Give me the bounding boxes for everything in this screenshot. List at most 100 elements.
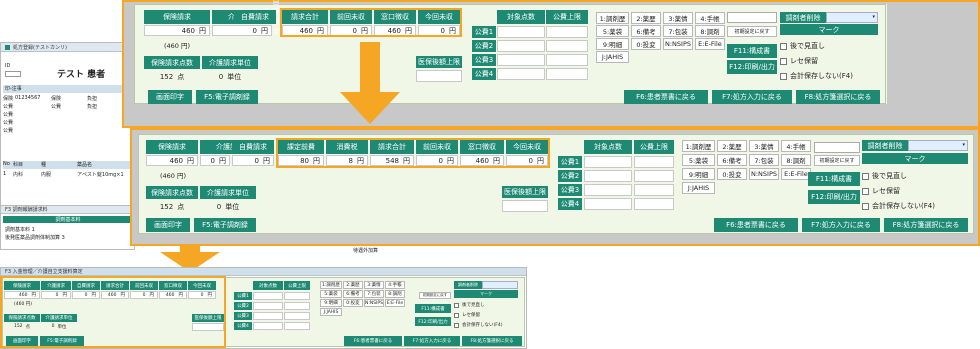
b-grid-btn-5[interactable]: 5:薬袋 <box>682 154 715 166</box>
b-grid-btn-3[interactable]: 3:薬情 <box>749 140 779 152</box>
c-pharmacist-select[interactable] <box>482 281 518 289</box>
checkbox-icon <box>862 202 869 210</box>
f6-button-a[interactable]: F6:患者票書に戻る <box>624 90 708 104</box>
print-button-a[interactable]: 画面印字 <box>148 90 192 104</box>
c-grid-btn-11[interactable]: N:NSIPS <box>364 299 384 307</box>
b-print-button[interactable]: 画面印字 <box>146 218 190 232</box>
grid-btn-10[interactable]: 0:投変 <box>631 38 661 50</box>
b-grid-btn-8[interactable]: 8:調剤 <box>781 154 811 166</box>
points-value: 152 点 <box>159 73 185 81</box>
checkbox-icon <box>780 42 787 50</box>
c-check-rece[interactable]: レセ保留 <box>454 312 480 318</box>
jahis-button[interactable]: J:JAHIS <box>596 51 629 63</box>
check-nosave[interactable]: 会計保存しない(F4) <box>780 71 853 81</box>
f12-button[interactable]: F12:印刷/出力 <box>727 60 777 74</box>
c-grid-btn-5[interactable]: 5:薬袋 <box>320 290 342 298</box>
public-row-4[interactable]: 公費4 <box>472 68 496 80</box>
b-grid-btn-1[interactable]: 1:調剤歴 <box>682 140 715 152</box>
c-pharmacist-label: 調剤者削除 <box>454 281 482 289</box>
b-grid-btn-12[interactable]: E:E-File <box>781 168 811 180</box>
c-f6-button[interactable]: F6:患者票書に戻る <box>344 336 402 346</box>
c-grid-btn-8[interactable]: 8:調剤 <box>385 290 405 298</box>
f5-button-a[interactable]: F5:電子調剤録 <box>196 90 258 104</box>
grid-btn-2[interactable]: 2:薬歴 <box>631 12 661 24</box>
b-public-row-1[interactable]: 公費1 <box>558 156 582 168</box>
b-grid-btn-6[interactable]: 6:備考 <box>717 154 747 166</box>
c-grid-btn-10[interactable]: 0:投変 <box>343 299 363 307</box>
c-public-upper-1 <box>284 292 310 300</box>
public-row-2[interactable]: 公費2 <box>472 40 496 52</box>
c-grid-btn-2[interactable]: 2:薬歴 <box>343 281 363 289</box>
c-initial-setting-button[interactable]: 初期設定に戻す <box>419 292 451 299</box>
b-f11-button[interactable]: F11:構成書 <box>808 172 860 186</box>
c-check-later[interactable]: 後で見直し <box>454 302 485 308</box>
b-public-row-3[interactable]: 公費3 <box>558 184 582 196</box>
b-check-later[interactable]: 後で見直し <box>862 171 907 181</box>
b-public-row-2[interactable]: 公費2 <box>558 170 582 182</box>
grid-btn-11[interactable]: N:NSIPS <box>663 38 693 50</box>
grid-btn-9[interactable]: 9:明細 <box>596 38 629 50</box>
b-value-care-claim: 0円 <box>200 155 230 166</box>
b-check-nosave[interactable]: 会計保存しない(F4) <box>862 201 935 211</box>
b-grid-btn-2[interactable]: 2:薬歴 <box>717 140 747 152</box>
c-grid-btn-9[interactable]: 9:明細 <box>320 299 342 307</box>
grid-btn-12[interactable]: E:E-File <box>695 38 725 50</box>
c-public-upper-3 <box>284 312 310 320</box>
id-field[interactable] <box>5 71 21 77</box>
c-jahis-button[interactable]: J:JAHIS <box>320 308 342 316</box>
b-f7-button[interactable]: F7:処方入力に戻る <box>802 218 880 232</box>
f11-button[interactable]: F11:構成書 <box>727 44 777 58</box>
c-grid-btn-6[interactable]: 6:備考 <box>343 290 363 298</box>
public-count-3 <box>497 54 545 66</box>
c-grid-btn-7[interactable]: 7:包装 <box>364 290 384 298</box>
top-input-a[interactable] <box>727 12 777 23</box>
f8-button-a[interactable]: F8:処方箋選択に戻る <box>796 90 880 104</box>
c-grid-btn-1[interactable]: 1:調剤歴 <box>320 281 342 289</box>
b-f12-button[interactable]: F12:印刷/出力 <box>808 190 860 204</box>
grid-btn-3[interactable]: 3:薬情 <box>663 12 693 24</box>
b-f6-button[interactable]: F6:患者票書に戻る <box>714 218 798 232</box>
public-row-1[interactable]: 公費1 <box>472 26 496 38</box>
public-col-upper: 公費上限 <box>546 10 588 24</box>
initial-setting-button[interactable]: 初期設定に戻す <box>727 26 777 37</box>
c-f8-button[interactable]: F8:処方箋選択に戻る <box>462 336 522 346</box>
grid-btn-6[interactable]: 6:備考 <box>631 25 661 37</box>
c-grid-btn-12[interactable]: E:E-File <box>385 299 405 307</box>
c-grid-btn-3[interactable]: 3:薬情 <box>364 281 384 289</box>
b-f5-button[interactable]: F5:電子調剤録 <box>194 218 256 232</box>
table-row[interactable]: 1 内科 内服 アペスト錠10mg×1 <box>3 171 133 179</box>
c-grid-btn-4[interactable]: 4:手帳 <box>385 281 405 289</box>
field-label-3: 負担 <box>87 96 98 102</box>
c-public-row-3[interactable]: 公費3 <box>234 312 252 320</box>
b-initial-setting-button[interactable]: 初期設定に戻す <box>814 155 860 166</box>
c-public-row-1[interactable]: 公費1 <box>234 292 252 300</box>
pharmacist-select[interactable]: ▾ <box>826 12 878 23</box>
b-public-row-4[interactable]: 公費4 <box>558 198 582 210</box>
b-grid-btn-11[interactable]: N:NSIPS <box>749 168 779 180</box>
c-f7-button[interactable]: F7:処方入力に戻る <box>404 336 460 346</box>
b-f8-button[interactable]: F8:処方箋選択に戻る <box>884 218 968 232</box>
public-row-3[interactable]: 公費3 <box>472 54 496 66</box>
b-top-input[interactable] <box>814 142 860 153</box>
b-pharmacist-select[interactable]: ▾ <box>908 140 968 151</box>
c-check-nosave[interactable]: 会計保存しない(F4) <box>454 322 502 328</box>
b-grid-btn-4[interactable]: 4:手帳 <box>781 140 811 152</box>
b-grid-btn-10[interactable]: 0:投変 <box>717 168 747 180</box>
b-grid-btn-7[interactable]: 7:包装 <box>749 154 779 166</box>
check-later[interactable]: 後で見直し <box>780 41 825 51</box>
f7-button-a[interactable]: F7:処方入力に戻る <box>712 90 792 104</box>
b-grid-btn-9[interactable]: 9:明細 <box>682 168 715 180</box>
c-public-row-4[interactable]: 公費4 <box>234 322 252 330</box>
grid-btn-5[interactable]: 5:薬袋 <box>596 25 629 37</box>
grid-btn-1[interactable]: 1:調剤歴 <box>596 12 629 24</box>
c-f11-button[interactable]: F11:構成書 <box>415 304 451 313</box>
grid-btn-7[interactable]: 7:包装 <box>663 25 693 37</box>
c-f12-button[interactable]: F12:印刷/出力 <box>415 317 451 326</box>
grid-btn-4[interactable]: 4:手帳 <box>695 12 725 24</box>
grid-btn-8[interactable]: 8:調剤 <box>695 25 725 37</box>
b-check-rece[interactable]: レセ保留 <box>862 186 900 196</box>
b-public-count-2 <box>584 170 632 182</box>
check-rece[interactable]: レセ保留 <box>780 56 818 66</box>
b-jahis-button[interactable]: J:JAHIS <box>682 182 715 194</box>
c-public-row-2[interactable]: 公費2 <box>234 302 252 310</box>
